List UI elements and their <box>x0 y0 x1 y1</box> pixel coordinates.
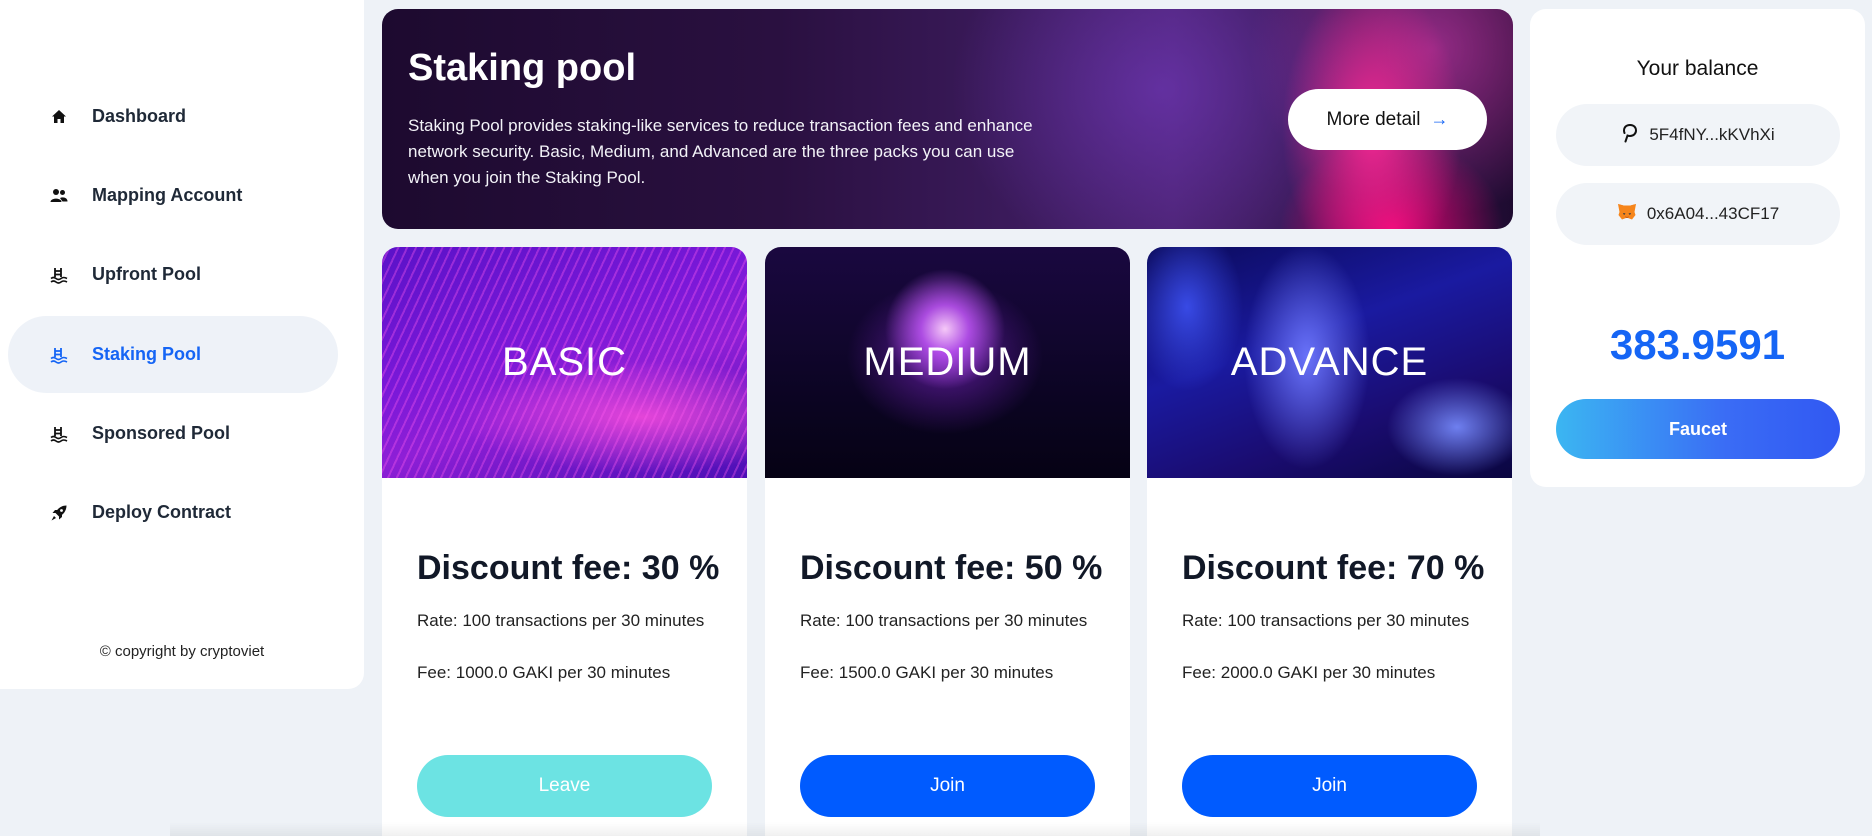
home-icon <box>42 100 76 134</box>
pack-card-advance: ADVANCE Discount fee: 70 % Rate: 100 tra… <box>1147 247 1512 836</box>
balance-amount: 383.9591 <box>1609 321 1786 368</box>
sidebar-item-label: Upfront Pool <box>92 264 201 284</box>
sidebar-item-dashboard[interactable]: Dashboard <box>8 78 338 155</box>
sidebar-item-upfront-pool[interactable]: Upfront Pool <box>8 236 338 313</box>
fee-text: Fee: 1500.0 GAKI per 30 minutes <box>800 663 1054 682</box>
arrow-right-icon: → <box>1430 109 1449 129</box>
pack-name: ADVANCE <box>1230 340 1429 384</box>
pack-image: ADVANCE <box>1147 247 1512 478</box>
pack-card-basic: BASIC Discount fee: 30 % Rate: 100 trans… <box>382 247 747 836</box>
sidebar-item-label: Dashboard <box>92 106 187 126</box>
sidebar-item-label: Staking Pool <box>92 344 202 364</box>
rate-text: Rate: 100 transactions per 30 minutes <box>800 611 1088 630</box>
leave-button[interactable]: Leave <box>417 755 712 817</box>
sidebar-item-label: Sponsored Pool <box>92 423 231 443</box>
metamask-fox-icon <box>1617 203 1637 226</box>
copyright: © copyright by cryptoviet <box>99 643 265 660</box>
more-detail-label: More detail <box>1326 108 1421 130</box>
rate-text: Rate: 100 transactions per 30 minutes <box>417 611 705 630</box>
metamask-address: 0x6A04...43CF17 <box>1646 204 1780 223</box>
polkadot-address-pill[interactable]: 5F4fNY...kKVhXi <box>1556 104 1840 166</box>
page-title: Staking pool <box>408 47 636 89</box>
sidebar: Dashboard Mapping Account Upfront Pool S… <box>0 0 364 689</box>
faucet-button[interactable]: Faucet <box>1556 399 1840 459</box>
join-button[interactable]: Join <box>1182 755 1477 817</box>
pool-icon <box>42 338 76 372</box>
rocket-icon <box>42 496 76 530</box>
rate-text: Rate: 100 transactions per 30 minutes <box>1182 611 1470 630</box>
pool-icon <box>42 417 76 451</box>
scroll-fade <box>170 822 1540 836</box>
pack-image: BASIC <box>382 247 747 478</box>
balance-title: Your balance <box>1636 57 1759 80</box>
pack-name: BASIC <box>501 340 628 384</box>
sidebar-item-label: Deploy Contract <box>92 502 232 522</box>
fee-text: Fee: 2000.0 GAKI per 30 minutes <box>1182 663 1436 682</box>
polkadot-icon <box>1621 123 1639 148</box>
discount-fee-title: Discount fee: 70 % <box>1182 549 1485 587</box>
pool-icon <box>42 258 76 292</box>
sidebar-item-sponsored-pool[interactable]: Sponsored Pool <box>8 395 338 472</box>
hero-description: Staking Pool provides staking-like servi… <box>408 116 1033 187</box>
users-icon <box>42 179 76 213</box>
discount-fee-title: Discount fee: 50 % <box>800 549 1103 587</box>
more-detail-button[interactable]: More detail → <box>1288 89 1487 150</box>
pack-card-medium: MEDIUM Discount fee: 50 % Rate: 100 tran… <box>765 247 1130 836</box>
fee-text: Fee: 1000.0 GAKI per 30 minutes <box>417 663 671 682</box>
balance-panel: Your balance 5F4fNY...kKVhXi 0x6A04...43… <box>1530 9 1865 487</box>
hero-banner: Staking pool Staking Pool provides staki… <box>382 9 1513 229</box>
join-button[interactable]: Join <box>800 755 1095 817</box>
metamask-address-pill[interactable]: 0x6A04...43CF17 <box>1556 183 1840 245</box>
pack-image: MEDIUM <box>765 247 1130 478</box>
discount-fee-title: Discount fee: 30 % <box>417 549 720 587</box>
sidebar-item-label: Mapping Account <box>92 185 243 205</box>
sidebar-item-mapping-account[interactable]: Mapping Account <box>8 157 338 234</box>
polkadot-address: 5F4fNY...kKVhXi <box>1649 125 1775 144</box>
sidebar-item-deploy-contract[interactable]: Deploy Contract <box>8 474 338 551</box>
sidebar-item-staking-pool[interactable]: Staking Pool <box>8 316 338 393</box>
pack-name: MEDIUM <box>863 340 1032 384</box>
